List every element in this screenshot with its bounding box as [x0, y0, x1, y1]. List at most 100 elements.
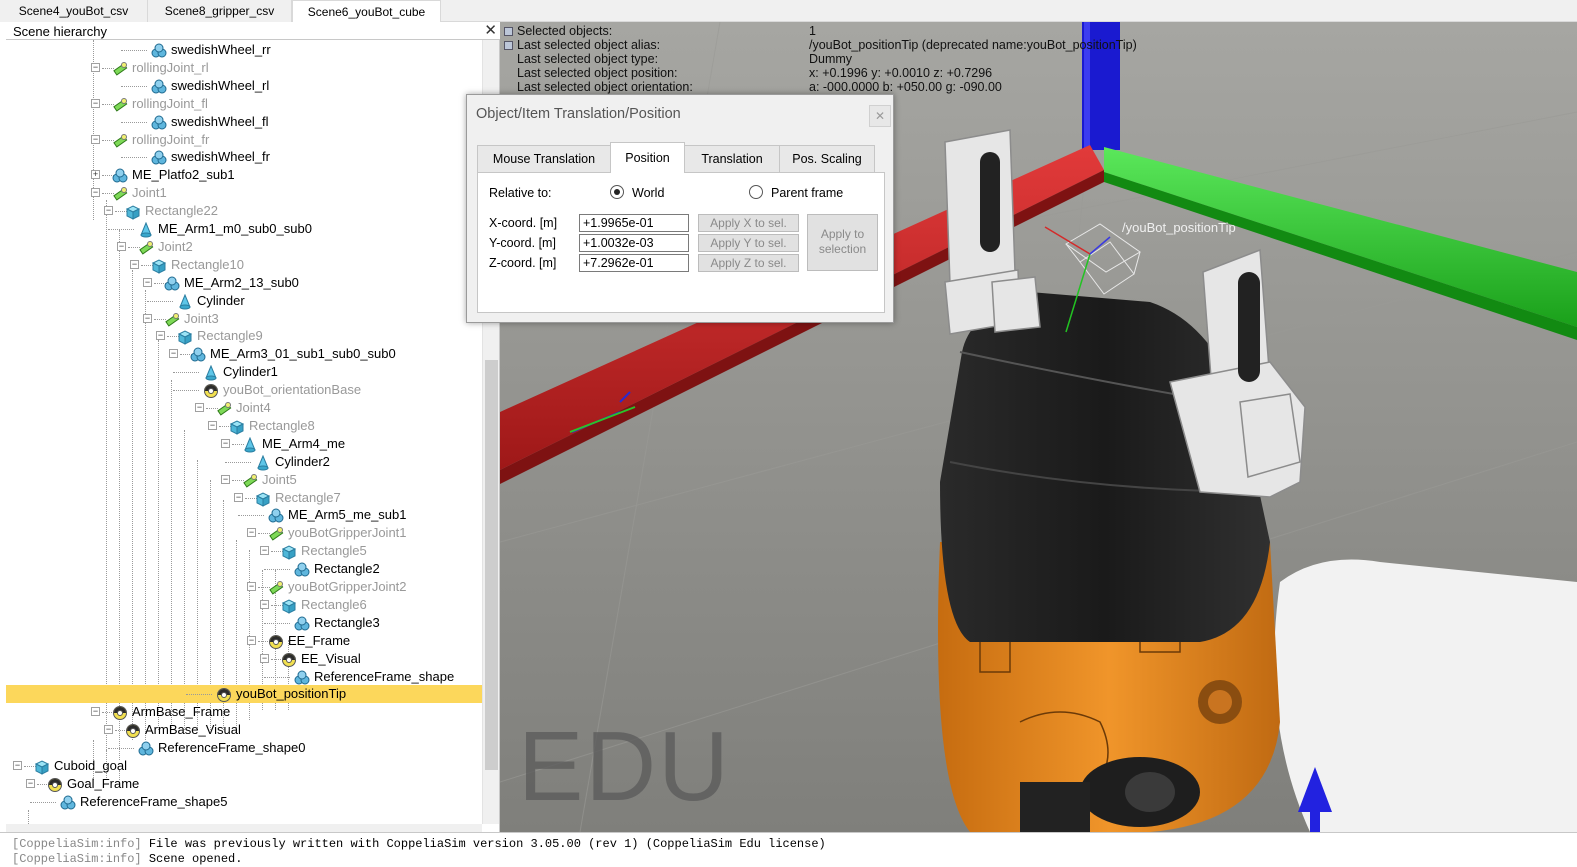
- tree-row[interactable]: − Joint4: [6, 399, 482, 417]
- tree-row[interactable]: − EE_Visual: [6, 650, 482, 668]
- tab-mouse-translation[interactable]: Mouse Translation: [477, 145, 611, 172]
- collapse-icon[interactable]: −: [260, 546, 269, 556]
- collapse-icon[interactable]: −: [260, 599, 269, 609]
- apply-z-button[interactable]: Apply Z to sel.: [698, 254, 799, 272]
- tree-row[interactable]: − youBotGripperJoint2: [6, 578, 482, 596]
- info-toggle-icon[interactable]: [504, 41, 513, 50]
- collapse-icon[interactable]: −: [91, 98, 100, 108]
- collapse-icon[interactable]: −: [91, 707, 100, 717]
- tree-row[interactable]: ReferenceFrame_shape5: [6, 793, 482, 811]
- tab-scene6[interactable]: Scene6_youBot_cube: [292, 0, 441, 23]
- collapse-icon[interactable]: −: [117, 241, 126, 251]
- tree-guide-line: [121, 121, 147, 123]
- tree-row[interactable]: − ME_Arm2_13_sub0: [6, 274, 482, 292]
- horizontal-scrollbar[interactable]: [6, 824, 482, 832]
- collapse-icon[interactable]: −: [13, 761, 22, 770]
- tree-row[interactable]: − Cuboid_goal: [6, 757, 482, 775]
- tree-row[interactable]: − Rectangle6: [6, 596, 482, 614]
- tree-row[interactable]: Cylinder: [6, 292, 482, 310]
- collapse-icon[interactable]: −: [234, 492, 243, 502]
- tree-row[interactable]: − ArmBase_Visual: [6, 721, 482, 739]
- y-coord-field[interactable]: +1.0032e-03: [579, 234, 689, 252]
- tree-row[interactable]: − Rectangle10: [6, 256, 482, 274]
- collapse-icon[interactable]: −: [143, 277, 152, 287]
- tree-row[interactable]: − Goal_Frame: [6, 775, 482, 793]
- tree-row[interactable]: − Joint3: [6, 310, 482, 328]
- tree-row[interactable]: − Joint1: [6, 184, 482, 202]
- tree-row[interactable]: − ME_Arm3_01_sub1_sub0_sub0: [6, 345, 482, 363]
- close-icon[interactable]: ✕: [484, 22, 497, 39]
- parent-frame-label[interactable]: Parent frame: [771, 186, 843, 200]
- scrollbar-thumb[interactable]: [485, 360, 498, 770]
- info-key: Last selected object orientation:: [517, 80, 693, 94]
- tree-row[interactable]: − Joint2: [6, 238, 482, 256]
- collapse-icon[interactable]: −: [91, 62, 100, 72]
- tree-row[interactable]: ME_Arm1_m0_sub0_sub0: [6, 220, 482, 238]
- collapse-icon[interactable]: −: [91, 188, 100, 198]
- collapse-icon[interactable]: −: [221, 474, 230, 484]
- collapse-icon[interactable]: −: [91, 134, 100, 144]
- tree-row[interactable]: − rollingJoint_fr: [6, 131, 482, 149]
- collapse-icon[interactable]: −: [104, 725, 113, 735]
- collapse-icon[interactable]: −: [195, 403, 204, 412]
- tree-row[interactable]: − rollingJoint_fl: [6, 95, 482, 113]
- tree-row[interactable]: − ME_Arm4_me: [6, 435, 482, 453]
- tab-scene4[interactable]: Scene4_youBot_csv: [0, 0, 148, 22]
- tab-position[interactable]: Position: [610, 142, 685, 173]
- tab-pos-scaling[interactable]: Pos. Scaling: [779, 145, 875, 172]
- collapse-icon[interactable]: −: [156, 331, 165, 341]
- tree-row[interactable]: Cylinder1: [6, 363, 482, 381]
- collapse-icon[interactable]: −: [260, 653, 269, 663]
- parent-frame-radio[interactable]: [749, 185, 763, 199]
- collapse-icon[interactable]: −: [143, 313, 152, 323]
- tree-row[interactable]: − Rectangle5: [6, 542, 482, 560]
- tree-row[interactable]: swedishWheel_rl: [6, 77, 482, 95]
- tree-row[interactable]: ReferenceFrame_shape0: [6, 739, 482, 757]
- tab-translation[interactable]: Translation: [684, 145, 780, 172]
- tree-row[interactable]: + ME_Platfo2_sub1: [6, 166, 482, 184]
- tree-row[interactable]: Rectangle2: [6, 560, 482, 578]
- tree-row[interactable]: Rectangle3: [6, 614, 482, 632]
- tree-row[interactable]: − Rectangle22: [6, 202, 482, 220]
- collapse-icon[interactable]: −: [104, 206, 113, 216]
- collapse-icon[interactable]: −: [221, 438, 230, 448]
- tree-row[interactable]: − youBotGripperJoint1: [6, 524, 482, 542]
- tree-row[interactable]: swedishWheel_rr: [6, 41, 482, 59]
- tree-row[interactable]: − EE_Frame: [6, 632, 482, 650]
- tree-row[interactable]: swedishWheel_fl: [6, 113, 482, 131]
- apply-x-button[interactable]: Apply X to sel.: [698, 214, 799, 232]
- collapse-icon[interactable]: −: [169, 349, 178, 359]
- apply-y-button[interactable]: Apply Y to sel.: [698, 234, 799, 252]
- tree-item-label: Joint4: [236, 400, 271, 415]
- collapse-icon[interactable]: −: [208, 420, 217, 430]
- x-coord-field[interactable]: +1.9965e-01: [579, 214, 689, 232]
- collapse-icon[interactable]: −: [26, 778, 35, 788]
- expand-icon[interactable]: +: [91, 170, 100, 180]
- tree-row[interactable]: Cylinder2: [6, 453, 482, 471]
- tree-row[interactable]: − rollingJoint_rl: [6, 59, 482, 77]
- tree-row[interactable]: − Rectangle9: [6, 327, 482, 346]
- world-radio-label[interactable]: World: [632, 186, 664, 200]
- tree-row[interactable]: swedishWheel_fr: [6, 148, 482, 166]
- collapse-icon[interactable]: −: [247, 635, 256, 645]
- apply-to-selection-button[interactable]: Apply to selection: [807, 214, 878, 271]
- z-coord-field[interactable]: +7.2962e-01: [579, 254, 689, 272]
- tree-row[interactable]: − ArmBase_Frame: [6, 703, 482, 721]
- joint-icon: [242, 473, 258, 488]
- tab-scene8[interactable]: Scene8_gripper_csv: [148, 0, 292, 22]
- info-toggle-icon[interactable]: [504, 27, 513, 36]
- collapse-icon[interactable]: −: [247, 582, 256, 591]
- tree-row-selected[interactable]: youBot_positionTip: [6, 685, 482, 704]
- tree-row[interactable]: ME_Arm5_me_sub1: [6, 506, 482, 524]
- tree-row[interactable]: − Joint5: [6, 471, 482, 489]
- collapse-icon[interactable]: −: [130, 259, 139, 269]
- tree-row[interactable]: − Rectangle8: [6, 417, 482, 435]
- tree-row[interactable]: youBot_orientationBase: [6, 381, 482, 399]
- tree-row[interactable]: ReferenceFrame_shape: [6, 668, 482, 686]
- joint-icon: [112, 97, 128, 112]
- close-icon[interactable]: ✕: [869, 105, 891, 127]
- world-radio[interactable]: [610, 185, 624, 199]
- collapse-icon[interactable]: −: [247, 528, 256, 538]
- tree-row[interactable]: − Rectangle7: [6, 489, 482, 507]
- shape-icon: [294, 562, 310, 577]
